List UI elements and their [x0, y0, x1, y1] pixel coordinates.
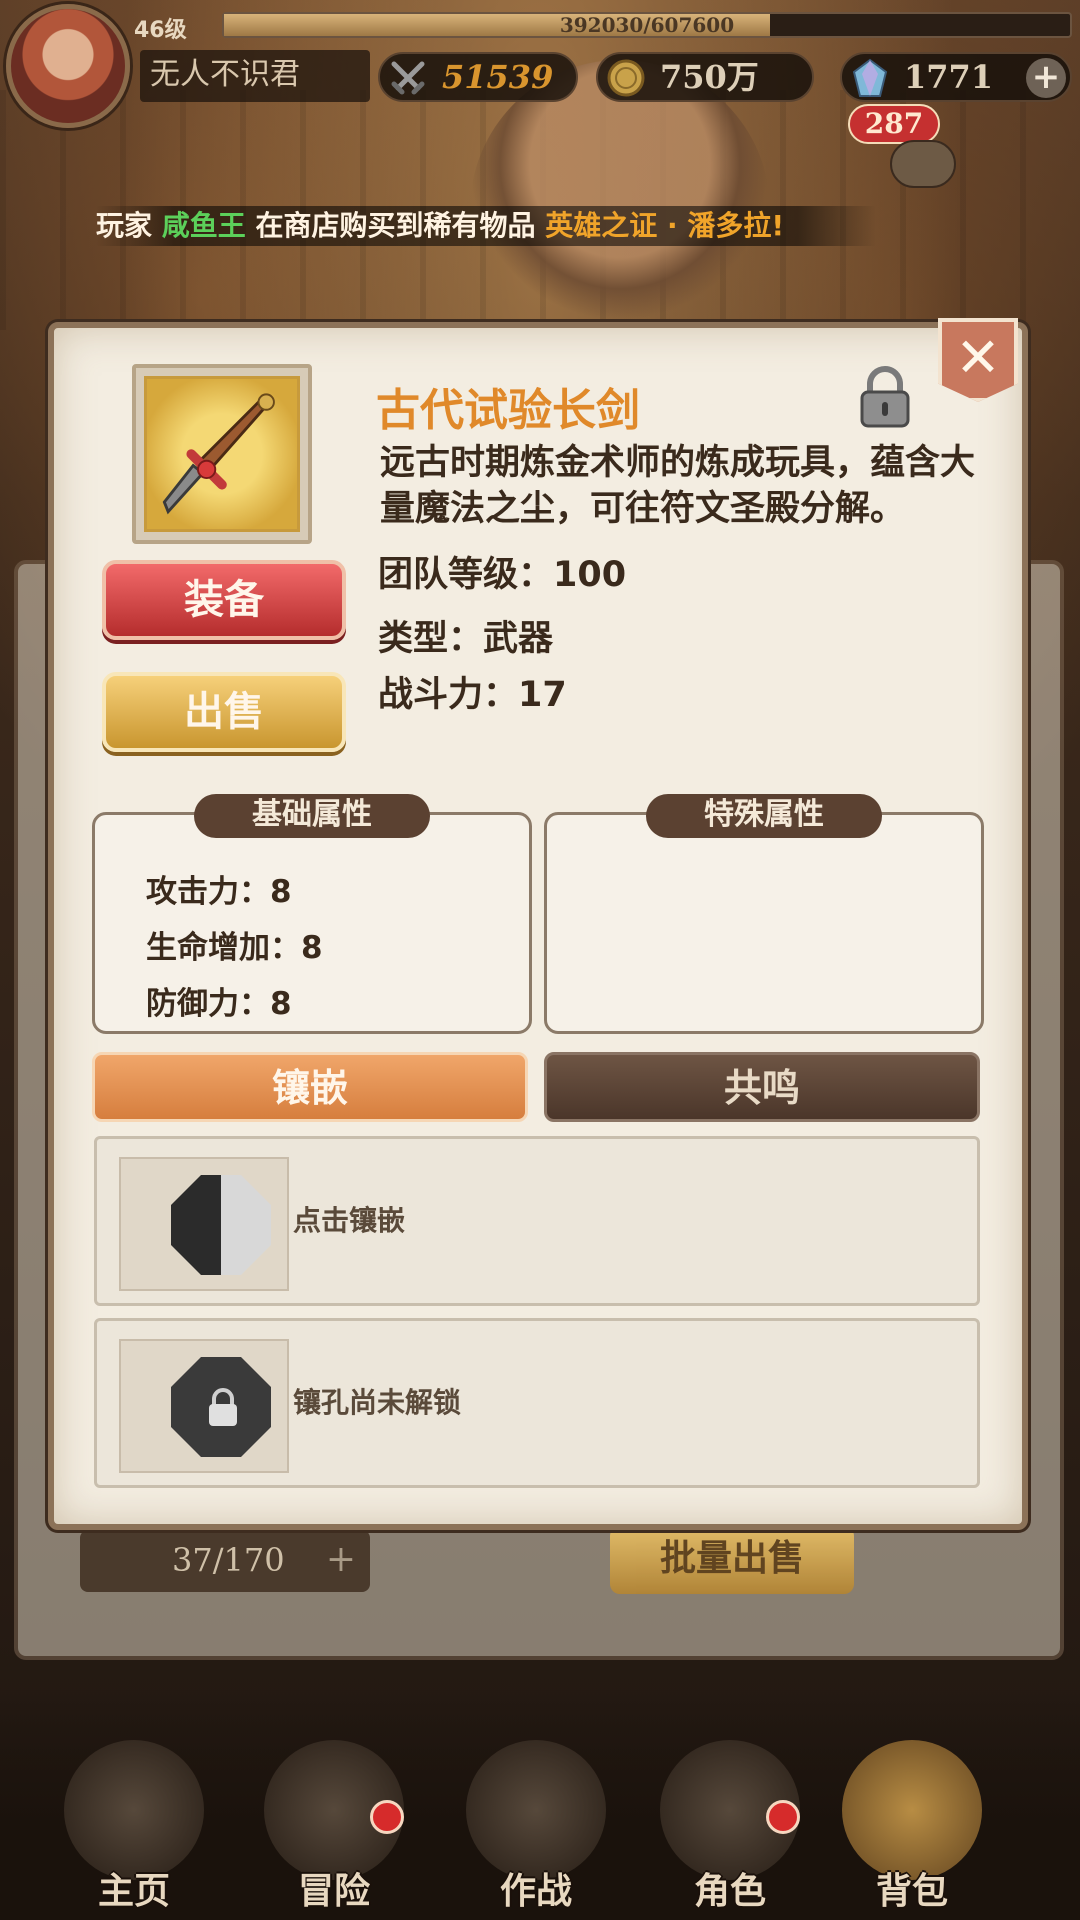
- nav-adventure-label: 冒险: [297, 1871, 370, 1912]
- tab-inlay[interactable]: 镶嵌: [92, 1052, 528, 1122]
- nav-adventure[interactable]: 冒险: [244, 1730, 424, 1920]
- top-bar: 46级 392030/607600 无人不识君 51539 750万 1771 …: [0, 0, 1080, 188]
- nav-character[interactable]: 角色: [640, 1730, 820, 1920]
- nav-bag-label: 背包: [875, 1871, 948, 1912]
- item-icon-frame: [132, 364, 312, 544]
- add-gems-button[interactable]: +: [1026, 58, 1066, 98]
- attribute-defense: 防御力：8: [146, 986, 292, 1022]
- system-announcement: 玩家 咸鱼王 在商店购买到稀有物品 英雄之证 · 潘多拉!: [96, 206, 876, 246]
- gem-value: 1771: [904, 58, 994, 96]
- nav-battle[interactable]: 作战: [446, 1730, 626, 1920]
- exp-bar: 392030/607600: [222, 12, 1072, 38]
- sword-icon: [162, 393, 275, 515]
- gold-value: 750万: [660, 58, 759, 96]
- combat-power-display: 51539: [378, 52, 578, 102]
- close-icon: ✕: [955, 326, 1001, 389]
- crystal-gem-icon: [852, 58, 888, 97]
- player-name: 无人不识君: [140, 50, 370, 102]
- nav-character-notification-dot: [766, 1800, 800, 1834]
- nav-battle-label: 作战: [499, 1871, 572, 1912]
- inventory-expand-plus-icon: +: [325, 1539, 356, 1580]
- padlock-icon: [209, 1388, 237, 1426]
- item-team-level: 团队等级：100: [378, 555, 627, 595]
- player-level: 46级: [134, 18, 187, 43]
- tab-resonance[interactable]: 共鸣: [544, 1052, 980, 1122]
- bulk-sell-button: 批量出售: [610, 1526, 854, 1594]
- item-icon-background: [144, 376, 300, 532]
- backpack-icon: [842, 1740, 982, 1880]
- gem-slot-frame: [119, 1339, 289, 1473]
- announcement-middle: 在商店购买到稀有物品: [245, 209, 546, 242]
- exp-text: 392030/607600: [559, 13, 735, 37]
- battle-character-icon: [466, 1740, 606, 1880]
- nav-bag[interactable]: 背包: [822, 1730, 1002, 1920]
- crossed-swords-icon: [391, 61, 425, 95]
- attribute-hp: 生命增加：8: [146, 930, 323, 966]
- nav-home[interactable]: 主页: [44, 1730, 224, 1920]
- attribute-attack: 攻击力：8: [146, 874, 292, 910]
- player-avatar[interactable]: [6, 4, 130, 128]
- gem-slot-frame: [119, 1157, 289, 1291]
- inventory-count: 37/170: [172, 1541, 285, 1579]
- announcement-prefix: 玩家: [96, 209, 162, 242]
- item-type: 类型：武器: [378, 619, 554, 659]
- sell-button[interactable]: 出售: [102, 672, 346, 752]
- gem-display: 1771 +: [840, 52, 1072, 102]
- gem-slot-1-text: 点击镶嵌: [293, 1204, 406, 1237]
- announcement-item: 英雄之证 · 潘多拉!: [545, 209, 785, 242]
- gem-slot-2-text: 镶孔尚未解锁: [293, 1386, 462, 1419]
- item-power: 战斗力：17: [378, 675, 567, 715]
- gold-coin-icon: [607, 59, 645, 97]
- castle-icon: [64, 1740, 204, 1880]
- combat-power-value: 51539: [442, 58, 554, 96]
- nav-character-label: 角色: [693, 1871, 766, 1912]
- special-attributes-title: 特殊属性: [646, 794, 882, 838]
- empty-gem-socket-icon: [171, 1175, 271, 1275]
- inventory-capacity: 37/170 +: [80, 1530, 370, 1592]
- equip-button[interactable]: 装备: [102, 560, 346, 640]
- gem-slot-2: 镶孔尚未解锁: [94, 1318, 980, 1488]
- special-attributes-box: [544, 812, 984, 1034]
- item-name: 古代试验长剑: [376, 385, 640, 436]
- base-attributes-title: 基础属性: [194, 794, 430, 838]
- nav-home-label: 主页: [97, 1871, 170, 1912]
- chat-bubble-icon[interactable]: [890, 140, 956, 188]
- chat-unread-badge: 287: [848, 104, 940, 144]
- item-lock-icon[interactable]: [856, 364, 914, 430]
- gem-slot-1[interactable]: 点击镶嵌: [94, 1136, 980, 1306]
- gold-display: 750万: [596, 52, 814, 102]
- nav-adventure-notification-dot: [370, 1800, 404, 1834]
- announcement-player: 咸鱼王: [161, 209, 246, 242]
- item-description: 远古时期炼金术师的炼成玩具，蕴含大量魔法之尘，可往符文圣殿分解。: [380, 443, 976, 529]
